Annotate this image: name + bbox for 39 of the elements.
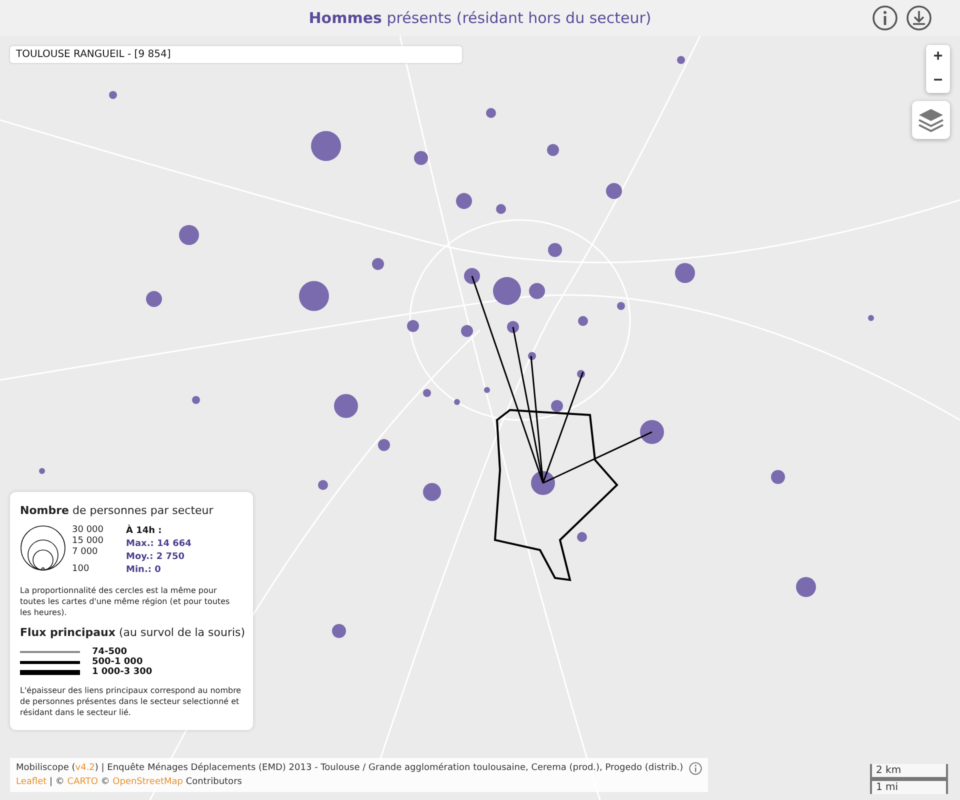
attribution-text: Contributors (184, 776, 242, 789)
scale-bar: 2 km (870, 764, 948, 779)
scale-value: 100 (72, 564, 90, 575)
zoom-out-button[interactable]: − (926, 69, 950, 93)
scale-value: 30 000 (72, 525, 104, 536)
flux-line-sample (20, 660, 80, 664)
flux-title: Flux principaux (au survol de la souris) (20, 626, 243, 639)
stat-value: Moy.: 2 750 (126, 551, 186, 564)
attribution-link[interactable]: OpenStreetMap (112, 775, 184, 789)
nested-circles-icon (20, 525, 66, 571)
stat-value: Min.: 0 (126, 564, 162, 577)
flux-note: L'épaisseur des liens principaux correspond au nombre de personnes présentes dans le secteur selectionné et résidant dans le secteur lié. (20, 685, 242, 718)
legend-note: La proportionnalité des cercles est la même pour toutes les cartes d'une même région (et pour toutes les heures). (20, 585, 231, 618)
attribution-link[interactable]: CARTO (67, 775, 98, 789)
info-icon[interactable] (689, 762, 702, 774)
sector-label: TOULOUSE RANGUEIL - [9 854] (10, 46, 462, 63)
attribution-text: | © (48, 776, 66, 789)
stat-value: Max.: 14 664 (126, 538, 192, 551)
attribution-text: ) | Enquête Ménages Déplacements (EMD) 2013 - Toulouse / Grande agglomération toulousaine, Cerema (prod.), Progedo (distrib.) (94, 762, 684, 775)
legend-title: Nombre de personnes par secteur (20, 504, 214, 517)
flux-range: 74-500 (92, 647, 128, 657)
map-title: Hommes présents (résidant hors du secteur) (308, 9, 652, 27)
layers-icon (917, 107, 945, 133)
scale-value: 15 000 (72, 536, 104, 547)
flux-line-sample (20, 651, 80, 653)
layers-button[interactable] (912, 101, 950, 139)
download-icon[interactable] (906, 5, 932, 31)
flux-range: 500-1 000 (92, 657, 143, 667)
hour-label: À 14h : (126, 525, 163, 538)
info-icon[interactable] (872, 5, 898, 31)
flux-range: 1 000-3 300 (92, 667, 152, 677)
scale-bar: 1 mi (870, 779, 948, 794)
attribution-text: © (100, 776, 111, 789)
zoom-in-button[interactable]: + (926, 45, 950, 69)
attribution-link[interactable]: v4.2 (75, 761, 95, 775)
attribution-link[interactable]: Leaflet (16, 775, 47, 789)
flux-line-sample (20, 670, 80, 674)
attribution-text: Mobiliscope ( (16, 762, 76, 775)
scale-value: 7 000 (72, 547, 99, 558)
